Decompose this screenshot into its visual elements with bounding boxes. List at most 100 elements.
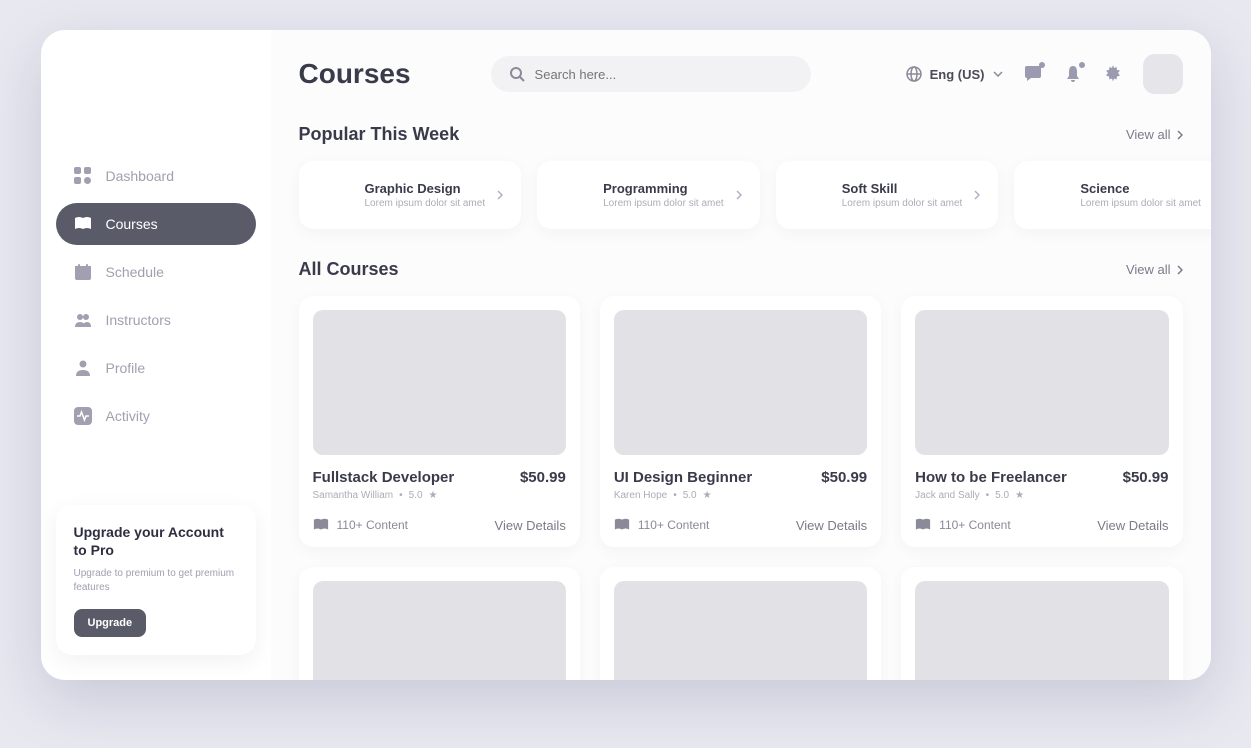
notification-dot xyxy=(1079,62,1085,68)
chevron-down-icon xyxy=(993,71,1003,77)
course-author: Jack and Sally xyxy=(915,490,979,501)
popular-thumbnail xyxy=(317,177,353,213)
popular-title: Science xyxy=(1080,181,1201,196)
popular-section-header: Popular This Week View all xyxy=(299,124,1183,145)
chevron-right-icon xyxy=(1177,265,1183,275)
search-icon xyxy=(509,66,525,82)
topbar-actions: Eng (US) xyxy=(906,54,1183,94)
popular-subtitle: Lorem ipsum dolor sit amet xyxy=(1080,198,1201,209)
sidebar-item-instructors[interactable]: Instructors xyxy=(56,299,256,341)
topbar: Courses Eng (US) xyxy=(299,54,1183,94)
chevron-right-icon xyxy=(736,190,742,200)
course-meta: Samantha William • 5.0 ★ xyxy=(313,490,566,501)
course-rating: 5.0 xyxy=(409,490,423,501)
popular-card[interactable]: Soft Skill Lorem ipsum dolor sit amet xyxy=(776,161,999,229)
popular-title: Graphic Design xyxy=(365,181,486,196)
popular-heading: Popular This Week xyxy=(299,124,460,145)
course-price: $50.99 xyxy=(1123,469,1169,486)
course-title: How to be Freelancer xyxy=(915,469,1067,486)
sidebar-item-schedule[interactable]: Schedule xyxy=(56,251,256,293)
app-window: Dashboard Courses Schedule Instructors P… xyxy=(41,30,1211,680)
course-meta: Karen Hope • 5.0 ★ xyxy=(614,490,867,501)
course-card: UI Design Beginner $50.99 Karen Hope • 5… xyxy=(600,296,881,547)
sidebar: Dashboard Courses Schedule Instructors P… xyxy=(41,30,271,680)
globe-icon xyxy=(906,66,922,82)
sidebar-item-label: Profile xyxy=(106,360,146,376)
sidebar-item-label: Courses xyxy=(106,216,158,232)
chat-button[interactable] xyxy=(1023,64,1043,84)
popular-title: Programming xyxy=(603,181,724,196)
chevron-right-icon xyxy=(497,190,503,200)
grid-icon xyxy=(74,167,92,185)
popular-card[interactable]: Graphic Design Lorem ipsum dolor sit ame… xyxy=(299,161,522,229)
course-rating: 5.0 xyxy=(995,490,1009,501)
popular-subtitle: Lorem ipsum dolor sit amet xyxy=(365,198,486,209)
book-icon xyxy=(74,215,92,233)
popular-thumbnail xyxy=(555,177,591,213)
upgrade-button[interactable]: Upgrade xyxy=(74,609,147,637)
upgrade-card: Upgrade your Account to Pro Upgrade to p… xyxy=(56,505,256,655)
course-price: $50.99 xyxy=(821,469,867,486)
search-box[interactable] xyxy=(491,56,811,92)
avatar[interactable] xyxy=(1143,54,1183,94)
sidebar-item-profile[interactable]: Profile xyxy=(56,347,256,389)
sidebar-item-label: Schedule xyxy=(106,264,164,280)
course-image xyxy=(614,310,867,455)
popular-thumbnail xyxy=(794,177,830,213)
all-courses-view-all[interactable]: View all xyxy=(1126,262,1183,277)
sidebar-item-label: Dashboard xyxy=(106,168,175,184)
calendar-icon xyxy=(74,263,92,281)
view-details-link[interactable]: View Details xyxy=(796,518,867,533)
book-icon xyxy=(313,517,329,533)
sidebar-item-dashboard[interactable]: Dashboard xyxy=(56,155,256,197)
main-content: Courses Eng (US) xyxy=(271,30,1211,680)
star-icon: ★ xyxy=(703,490,712,501)
course-content-count: 110+ Content xyxy=(915,517,1011,533)
notification-dot xyxy=(1039,62,1045,68)
popular-row: Graphic Design Lorem ipsum dolor sit ame… xyxy=(299,161,1183,229)
sidebar-nav: Dashboard Courses Schedule Instructors P… xyxy=(56,155,256,437)
popular-card[interactable]: Programming Lorem ipsum dolor sit amet xyxy=(537,161,760,229)
course-image xyxy=(313,310,566,455)
view-details-link[interactable]: View Details xyxy=(1097,518,1168,533)
sidebar-item-activity[interactable]: Activity xyxy=(56,395,256,437)
activity-icon xyxy=(74,407,92,425)
upgrade-subtitle: Upgrade to premium to get premium featur… xyxy=(74,567,238,595)
course-card: Fullstack Developer $50.99 Samantha Will… xyxy=(299,296,580,547)
chevron-right-icon xyxy=(974,190,980,200)
page-title: Courses xyxy=(299,58,411,90)
popular-subtitle: Lorem ipsum dolor sit amet xyxy=(842,198,963,209)
course-image xyxy=(915,310,1168,455)
popular-card[interactable]: Science Lorem ipsum dolor sit amet xyxy=(1014,161,1210,229)
course-image xyxy=(915,581,1168,680)
bell-button[interactable] xyxy=(1063,64,1083,84)
language-label: Eng (US) xyxy=(930,67,985,82)
search-input[interactable] xyxy=(535,67,793,82)
course-card xyxy=(600,567,881,680)
users-icon xyxy=(74,311,92,329)
course-title: Fullstack Developer xyxy=(313,469,455,486)
course-price: $50.99 xyxy=(520,469,566,486)
sidebar-item-label: Instructors xyxy=(106,312,171,328)
course-card xyxy=(901,567,1182,680)
popular-subtitle: Lorem ipsum dolor sit amet xyxy=(603,198,724,209)
book-icon xyxy=(915,517,931,533)
popular-title: Soft Skill xyxy=(842,181,963,196)
course-grid: Fullstack Developer $50.99 Samantha Will… xyxy=(299,296,1183,680)
all-courses-section-header: All Courses View all xyxy=(299,259,1183,280)
course-content-count: 110+ Content xyxy=(313,517,409,533)
all-courses-heading: All Courses xyxy=(299,259,399,280)
star-icon: ★ xyxy=(1015,490,1024,501)
upgrade-title: Upgrade your Account to Pro xyxy=(74,523,238,559)
language-selector[interactable]: Eng (US) xyxy=(906,66,1003,82)
sidebar-item-courses[interactable]: Courses xyxy=(56,203,256,245)
popular-thumbnail xyxy=(1032,177,1068,213)
star-icon: ★ xyxy=(429,490,438,501)
settings-button[interactable] xyxy=(1103,64,1123,84)
user-icon xyxy=(74,359,92,377)
course-card: How to be Freelancer $50.99 Jack and Sal… xyxy=(901,296,1182,547)
popular-view-all[interactable]: View all xyxy=(1126,127,1183,142)
course-image xyxy=(313,581,566,680)
view-details-link[interactable]: View Details xyxy=(495,518,566,533)
course-meta: Jack and Sally • 5.0 ★ xyxy=(915,490,1168,501)
